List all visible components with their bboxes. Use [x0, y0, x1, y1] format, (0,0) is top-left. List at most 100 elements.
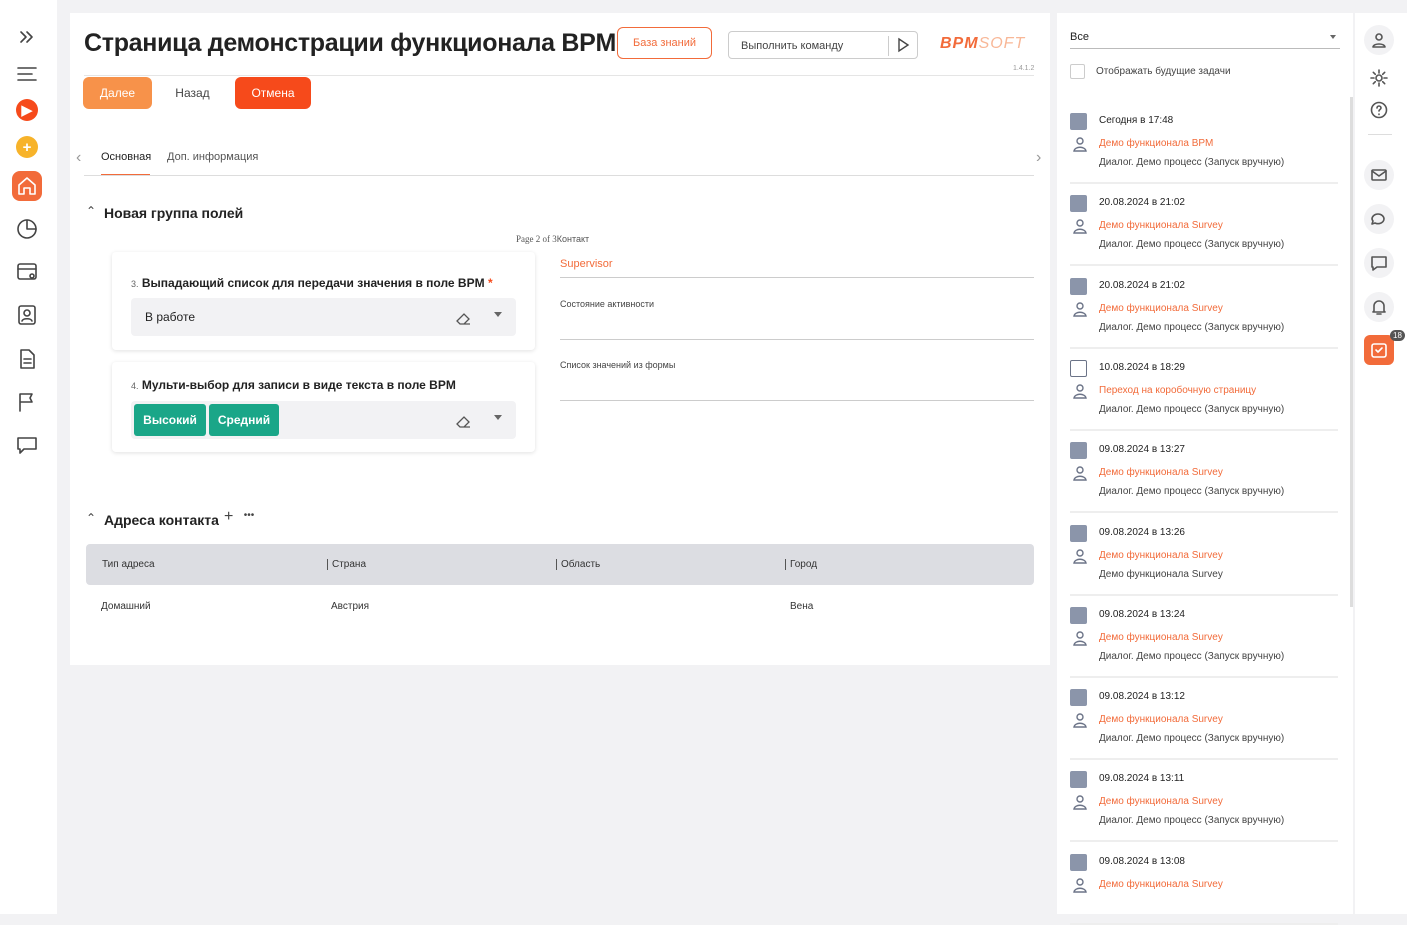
version-label: 1.4.1.2 — [1013, 65, 1035, 72]
task-item[interactable]: 09.08.2024 в 13:11 Демо функционала Surve… — [1070, 760, 1338, 843]
bpmsoft-logo: BPMSOFT — [940, 35, 1025, 53]
future-tasks-checkbox[interactable] — [1070, 64, 1085, 79]
process-run-icon[interactable]: ▶ — [12, 95, 42, 125]
task-item[interactable]: 20.08.2024 в 21:02 Демо функционала Surve… — [1070, 267, 1338, 349]
page-indicator-suffix: Контакт — [556, 234, 590, 244]
task-item[interactable]: 09.08.2024 в 13:26 Демо функционала Surve… — [1070, 514, 1338, 596]
task-time: 09.08.2024 в 13:11 — [1099, 773, 1185, 785]
user-task-icon — [1070, 853, 1087, 871]
help-icon[interactable] — [1364, 95, 1394, 125]
task-link[interactable]: Демо функционала Survey — [1099, 879, 1223, 890]
table-cell-country[interactable]: Австрия — [331, 601, 369, 612]
page-indicator: Page 2 of 3Контакт — [516, 234, 589, 244]
column-header-region[interactable]: Область — [556, 559, 600, 570]
user-task-icon — [1070, 524, 1087, 542]
column-header-city[interactable]: Город — [785, 559, 817, 570]
priority-multiselect[interactable]: Высокий Средний — [131, 401, 516, 439]
tasks-filter-value: Все — [1070, 31, 1089, 43]
task-description: Диалог. Демо процесс (Запуск вручную) — [1099, 321, 1285, 333]
chat-icon[interactable] — [12, 430, 42, 460]
task-description: Диалог. Демо процесс (Запуск вручную) — [1099, 403, 1285, 415]
back-button[interactable]: Назад — [165, 77, 220, 109]
cancel-button[interactable]: Отмена — [235, 77, 311, 109]
task-link[interactable]: Переход на коробочную страницу — [1099, 385, 1256, 396]
task-link[interactable]: Демо функционала Survey — [1099, 550, 1223, 561]
dashboard-pie-icon[interactable] — [12, 214, 42, 244]
contact-person-icon — [1073, 384, 1087, 399]
task-time: 10.08.2024 в 18:29 — [1099, 361, 1185, 373]
multiselect-field-label: 4. Мульти-выбор для записи в виде текста… — [131, 378, 456, 392]
task-time: 20.08.2024 в 21:02 — [1099, 279, 1185, 291]
task-link[interactable]: Демо функционала Survey — [1099, 714, 1223, 725]
activity-state-field[interactable] — [560, 339, 1034, 340]
calendar-task-icon — [1070, 359, 1087, 377]
task-description: Диалог. Демо процесс (Запуск вручную) — [1099, 486, 1285, 498]
task-link[interactable]: Демо функционала Survey — [1099, 796, 1223, 807]
user-task-icon — [1070, 689, 1087, 707]
clear-eraser-icon[interactable] — [454, 309, 472, 327]
documents-icon[interactable] — [12, 344, 42, 374]
task-item[interactable]: 09.08.2024 в 13:27 Демо функционала Surve… — [1070, 431, 1338, 514]
column-header-type[interactable]: Тип адреса — [102, 559, 155, 570]
task-item[interactable]: 09.08.2024 в 13:08 Демо функционала Surve… — [1070, 843, 1338, 925]
email-icon[interactable] — [1364, 160, 1394, 190]
task-link[interactable]: Демо функционала Survey — [1099, 220, 1223, 231]
user-task-icon — [1070, 195, 1087, 213]
contact-person-icon — [1073, 301, 1087, 317]
command-input[interactable]: Выполнить команду — [728, 31, 918, 59]
values-list-field[interactable] — [560, 400, 1034, 401]
flag-icon[interactable] — [12, 387, 42, 417]
contact-person-icon — [1073, 713, 1087, 728]
contacts-icon[interactable] — [12, 300, 42, 330]
task-link[interactable]: Демо функционала Survey — [1099, 467, 1223, 478]
tab-additional-info[interactable]: Доп. информация — [167, 151, 258, 163]
accounts-icon[interactable] — [12, 257, 42, 287]
collapse-group-icon[interactable]: ⌃ — [86, 204, 96, 218]
status-dropdown[interactable]: В работе — [131, 298, 516, 336]
clear-eraser-icon[interactable] — [454, 412, 472, 430]
collapse-addresses-icon[interactable]: ⌃ — [86, 511, 96, 525]
feed-chat-icon[interactable] — [1364, 204, 1394, 234]
next-button[interactable]: Далее — [83, 77, 152, 109]
add-address-icon[interactable]: + — [224, 508, 233, 525]
tasks-filter-dropdown[interactable]: Все — [1070, 31, 1340, 49]
tasks-scrollbar[interactable] — [1350, 97, 1353, 607]
task-item[interactable]: 10.08.2024 в 18:29 Переход на коробочную … — [1070, 349, 1338, 431]
task-item[interactable]: 09.08.2024 в 13:24 Демо функционала Surve… — [1070, 596, 1338, 678]
user-task-icon — [1070, 771, 1087, 789]
expand-menu-icon[interactable] — [12, 22, 42, 52]
task-link[interactable]: Демо функционала Survey — [1099, 632, 1223, 643]
tag-high[interactable]: Высокий — [134, 404, 206, 436]
more-options-icon[interactable]: ••• — [244, 510, 255, 521]
task-item[interactable]: Сегодня в 17:48 Демо функционала BPM Диало… — [1070, 102, 1338, 184]
chevron-down-icon[interactable] — [494, 415, 502, 420]
run-command-icon[interactable] — [895, 37, 911, 53]
tasks-checkbox-icon[interactable]: 18 — [1364, 330, 1405, 365]
column-header-country[interactable]: Страна — [327, 559, 366, 570]
add-new-icon[interactable]: + — [12, 132, 42, 162]
task-item[interactable]: 09.08.2024 в 13:12 Демо функционала Surve… — [1070, 678, 1338, 761]
hamburger-menu-icon[interactable] — [12, 59, 42, 89]
tab-main[interactable]: Основная — [101, 151, 151, 163]
multiselect-field-card: 4. Мульти-выбор для записи в виде текста… — [112, 362, 535, 452]
dropdown-field-card: 3. Выпадающий список для передачи значен… — [112, 252, 535, 350]
notifications-bell-icon[interactable] — [1364, 292, 1394, 322]
task-link[interactable]: Демо функционала Survey — [1099, 303, 1223, 314]
tag-medium[interactable]: Средний — [209, 404, 279, 436]
field-label-text: Выпадающий список для передачи значения … — [141, 276, 485, 290]
tab-scroll-left-icon[interactable]: ‹ — [76, 149, 81, 167]
knowledge-base-button[interactable]: База знаний — [617, 27, 712, 59]
toolbar-divider — [1368, 134, 1392, 135]
task-link[interactable]: Демо функционала BPM — [1099, 138, 1213, 149]
messages-icon[interactable] — [1364, 248, 1394, 278]
chevron-down-icon[interactable] — [494, 312, 502, 317]
home-icon[interactable] — [12, 171, 42, 201]
user-profile-icon[interactable] — [1364, 25, 1394, 55]
tab-scroll-right-icon[interactable]: › — [1036, 149, 1041, 167]
table-cell-type[interactable]: Домашний — [101, 601, 151, 612]
supervisor-field[interactable]: Supervisor — [560, 258, 613, 270]
task-time: 09.08.2024 в 13:24 — [1099, 608, 1185, 620]
settings-gear-icon[interactable] — [1364, 63, 1394, 93]
table-cell-city[interactable]: Вена — [790, 601, 813, 612]
task-item[interactable]: 20.08.2024 в 21:02 Демо функционала Surve… — [1070, 184, 1338, 267]
